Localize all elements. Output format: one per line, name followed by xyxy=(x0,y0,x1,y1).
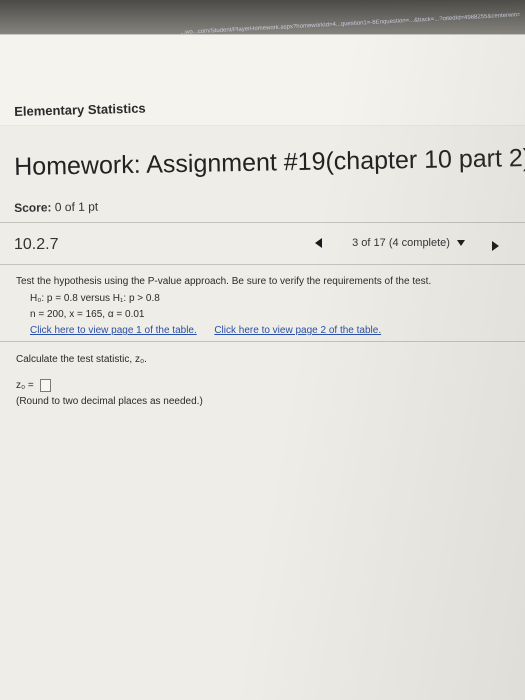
url-text: ...wo...com/Student/PlayerHomework.aspx?… xyxy=(180,12,520,36)
divider xyxy=(0,341,525,342)
score-line: Score: 0 of 1 pt xyxy=(14,200,98,215)
instruction-text: Test the hypothesis using the P-value ap… xyxy=(16,276,432,287)
divider xyxy=(0,222,525,223)
score-value: 0 of 1 pt xyxy=(54,199,99,215)
question-dropdown-icon[interactable] xyxy=(457,240,466,247)
question-progress[interactable]: 3 of 17 (4 complete) xyxy=(352,237,450,249)
prompt-text: Calculate the test statistic, z₀. xyxy=(16,354,147,365)
hypotheses-text: H₀: p = 0.8 versus H₁: p > 0.8 xyxy=(30,293,160,304)
answer-row: z₀ = xyxy=(16,379,51,392)
score-label: Score: xyxy=(14,200,52,215)
table-page-2-link[interactable]: Click here to view page 2 of the table. xyxy=(214,325,381,336)
z0-answer-input[interactable] xyxy=(39,379,51,392)
question-number: 10.2.7 xyxy=(14,236,59,253)
next-question-icon[interactable] xyxy=(492,240,499,251)
table-links: Click here to view page 1 of the table. … xyxy=(30,325,381,336)
homework-screen: ...wo...com/Student/PlayerHomework.aspx?… xyxy=(0,0,525,700)
question-navigator: 3 of 17 (4 complete) xyxy=(315,237,466,249)
divider xyxy=(0,264,525,265)
table-page-1-link[interactable]: Click here to view page 1 of the table. xyxy=(30,325,197,336)
previous-question-icon[interactable] xyxy=(315,238,322,249)
next-question-button[interactable] xyxy=(492,237,499,255)
givens-text: n = 200, x = 165, α = 0.01 xyxy=(30,309,145,320)
round-note: (Round to two decimal places as needed.) xyxy=(16,396,203,407)
answer-label: z₀ = xyxy=(16,380,34,392)
browser-url-bar[interactable]: ...wo...com/Student/PlayerHomework.aspx?… xyxy=(0,0,525,38)
